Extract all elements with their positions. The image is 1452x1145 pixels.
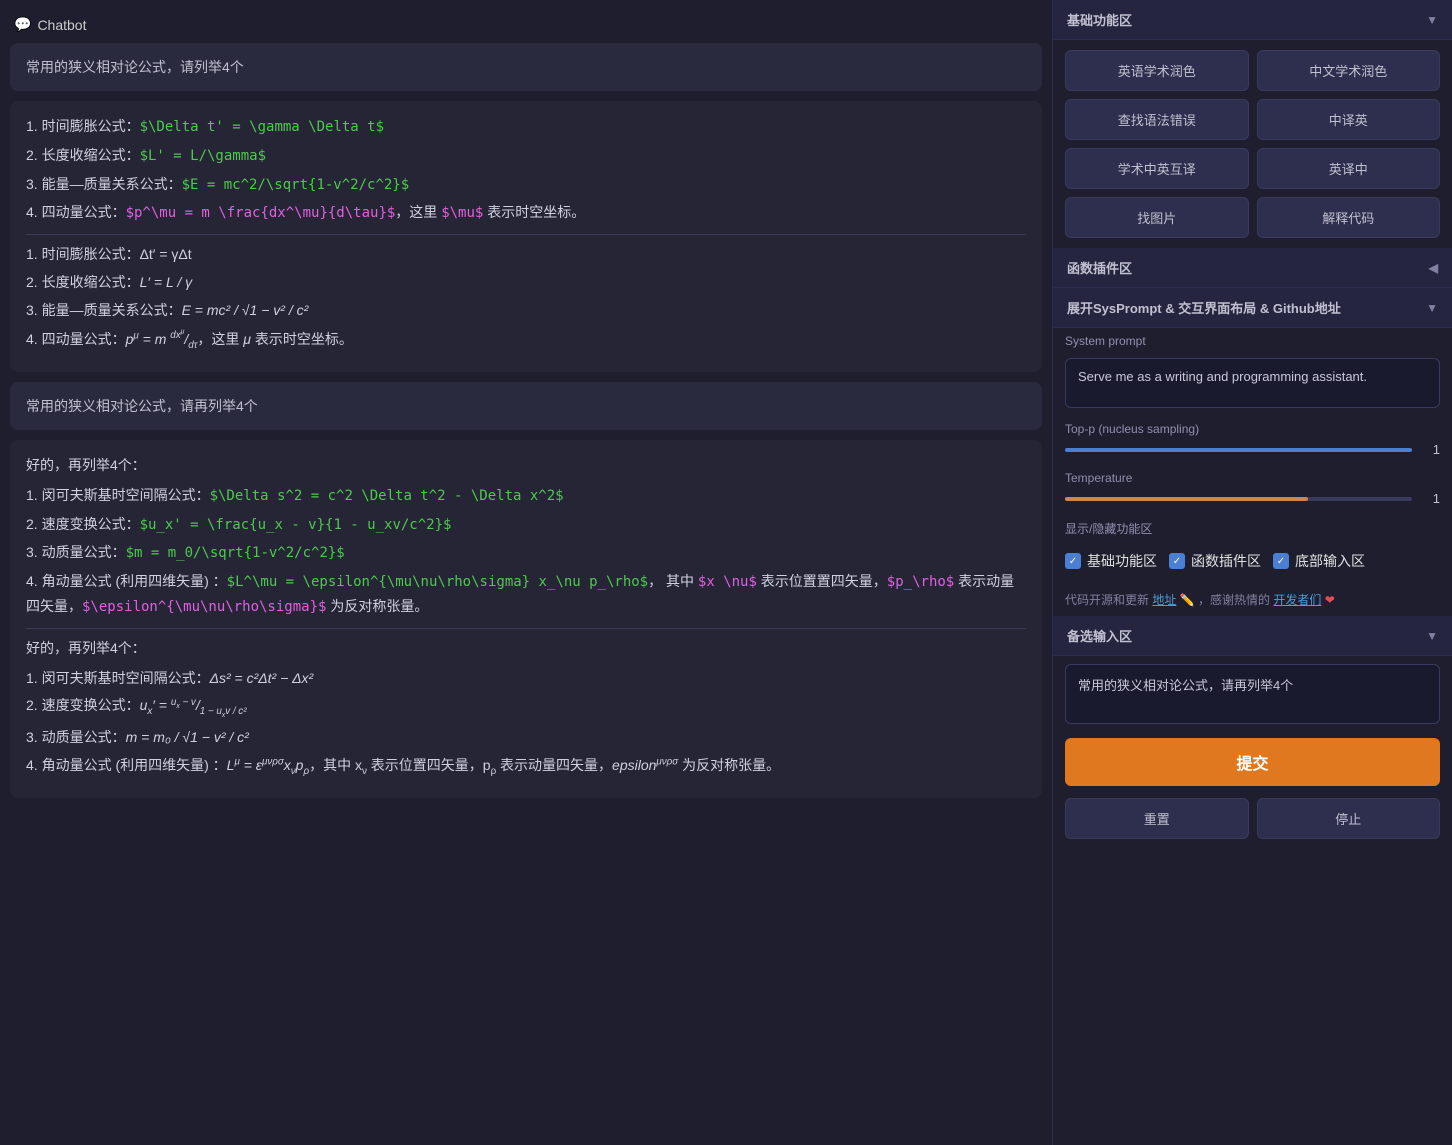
btn-zh-to-en[interactable]: 中译英 [1257,99,1441,140]
assistant-message-1: 1. 时间膨胀公式：$\Delta t' = \gamma \Delta t$ … [10,101,1042,372]
stop-button[interactable]: 停止 [1257,798,1441,839]
temperature-value: 1 [1420,491,1440,506]
list-item: 3. 动质量公式：m = m₀ / √1 − v² / c² [26,726,1026,750]
list-item: 4. 四动量公式：$p^\mu = m \frac{dx^\mu}{d\tau}… [26,201,1026,226]
checkbox-bottom: ✓ 底部输入区 [1273,547,1365,575]
footer-pen-icon: ✏️ [1180,593,1195,607]
top-p-slider-row: 1 [1053,438,1452,465]
btn-grammar-check[interactable]: 查找语法错误 [1065,99,1249,140]
app-title: 💬 Chatbot [10,10,1042,43]
contributors-link[interactable]: 开发者们 [1273,593,1321,607]
list-item: 1. 闵可夫斯基时空间隔公式：Δs² = c²Δt² − Δx² [26,667,1026,691]
temperature-track[interactable] [1065,497,1412,501]
btn-find-image[interactable]: 找图片 [1065,197,1249,238]
list-item: 3. 能量—质量关系公式：E = mc² / √1 − v² / c² [26,299,1026,323]
visibility-label: 显示/隐藏功能区 [1053,514,1452,539]
list-item: 1. 闵可夫斯基时空间隔公式：$\Delta s^2 = c^2 \Delta … [26,484,1026,509]
btn-academic-translate[interactable]: 学术中英互译 [1065,148,1249,189]
list-item: 1. 时间膨胀公式：Δt′ = γΔt [26,243,1026,267]
basic-functions-grid: 英语学术润色 中文学术润色 查找语法错误 中译英 学术中英互译 英译中 找图片 … [1053,40,1452,248]
checkbox-basic: ✓ 基础功能区 [1065,547,1157,575]
assistant-message-2: 好的，再列举4个： 1. 闵可夫斯基时空间隔公式：$\Delta s^2 = c… [10,440,1042,798]
user-message-2: 常用的狭义相对论公式，请再列举4个 [10,382,1042,430]
list-item: 4. 角动量公式 (利用四维矢量) ：$L^\mu = \epsilon^{\m… [26,570,1026,620]
bottom-buttons: 重置 停止 [1053,792,1452,851]
temperature-label: Temperature [1053,465,1452,487]
alt-input-box[interactable]: 常用的狭义相对论公式，请再列举4个 [1065,664,1440,724]
visibility-checkboxes: ✓ 基础功能区 ✓ 函数插件区 ✓ 底部输入区 [1053,539,1452,583]
checkbox-basic-icon[interactable]: ✓ [1065,553,1081,569]
plugin-collapse-icon[interactable]: ◀ [1429,261,1438,275]
top-p-track[interactable] [1065,448,1412,452]
list-item: 2. 长度收缩公式：$L' = L/\gamma$ [26,144,1026,169]
btn-explain-code[interactable]: 解释代码 [1257,197,1441,238]
btn-chinese-academic[interactable]: 中文学术润色 [1257,50,1441,91]
system-prompt-box: Serve me as a writing and programming as… [1065,358,1440,408]
checkbox-plugin: ✓ 函数插件区 [1169,547,1261,575]
btn-en-to-zh[interactable]: 英译中 [1257,148,1441,189]
chatbot-icon: 💬 [14,16,31,33]
btn-english-academic[interactable]: 英语学术润色 [1065,50,1249,91]
submit-button[interactable]: 提交 [1065,738,1440,786]
list-item: 1. 时间膨胀公式：$\Delta t' = \gamma \Delta t$ [26,115,1026,140]
list-item: 3. 能量—质量关系公式：$E = mc^2/\sqrt{1-v^2/c^2}$ [26,173,1026,198]
list-item: 4. 四动量公式：pμ = m dxμ/dτ，这里 μ 表示时空坐标。 [26,327,1026,354]
user-message-1: 常用的狭义相对论公式，请列举4个 [10,43,1042,91]
collapse-icon[interactable]: ▼ [1426,13,1438,27]
footer-links: 代码开源和更新 地址 ✏️ ，感谢热情的 开发者们 ❤ [1053,583,1452,616]
top-p-fill [1065,448,1412,452]
list-item: 2. 速度变换公式：$u_x' = \frac{u_x - v}{1 - u_x… [26,513,1026,538]
sysprompt-header[interactable]: 展开SysPrompt & 交互界面布局 & Github地址 ▼ [1053,288,1452,328]
list-item: 3. 动质量公式：$m = m_0/\sqrt{1-v^2/c^2}$ [26,541,1026,566]
source-link[interactable]: 地址 [1152,593,1176,607]
system-prompt-label: System prompt [1053,328,1452,350]
top-p-label: Top-p (nucleus sampling) [1053,416,1452,438]
right-panel: 基础功能区 ▼ 英语学术润色 中文学术润色 查找语法错误 中译英 学术中英互译 … [1052,0,1452,1145]
sysprompt-collapse-icon[interactable]: ▼ [1426,301,1438,315]
checkbox-bottom-icon[interactable]: ✓ [1273,553,1289,569]
plugin-area-header[interactable]: 函数插件区 ◀ [1053,248,1452,288]
list-item: 2. 速度变换公式：ux′ = ux − v/1 − uxv / c² [26,694,1026,721]
list-item: 2. 长度收缩公式：L′ = L / γ [26,271,1026,295]
heart-icon: ❤ [1325,593,1335,607]
alt-input-collapse-icon[interactable]: ▼ [1426,629,1438,643]
temperature-fill [1065,497,1308,501]
checkbox-plugin-icon[interactable]: ✓ [1169,553,1185,569]
temperature-slider-row: 1 [1053,487,1452,514]
chat-panel: 💬 Chatbot 常用的狭义相对论公式，请列举4个 1. 时间膨胀公式：$\D… [0,0,1052,1145]
reset-button[interactable]: 重置 [1065,798,1249,839]
top-p-value: 1 [1420,442,1440,457]
basic-functions-header[interactable]: 基础功能区 ▼ [1053,0,1452,40]
alt-input-header[interactable]: 备选输入区 ▼ [1053,616,1452,656]
list-item: 4. 角动量公式 (利用四维矢量) ：Lμ = εμνρσxνpρ，其中 xν … [26,754,1026,780]
